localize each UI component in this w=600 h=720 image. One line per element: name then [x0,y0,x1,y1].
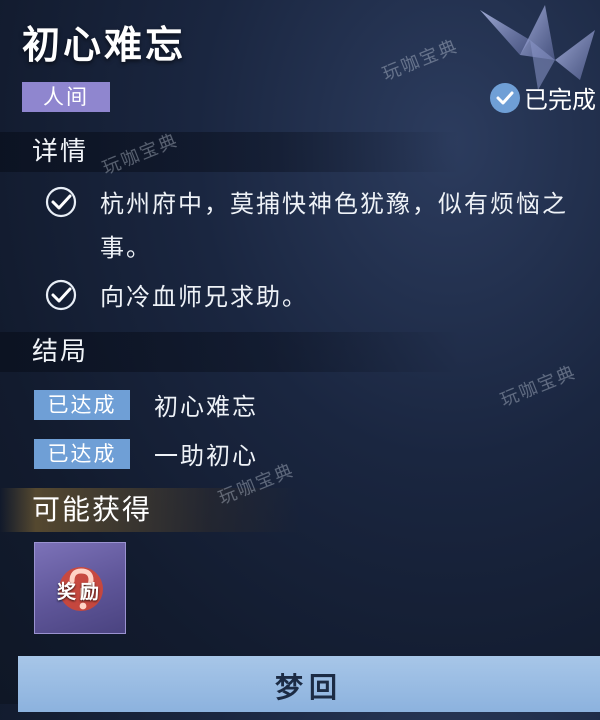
check-circle-icon [490,82,520,113]
reward-label: 奖励 [56,581,103,603]
ending-row: 已达成 初心难忘 [34,387,258,422]
watermark: 玩咖宝典 [379,35,462,86]
quest-title: 初心难忘 [22,23,187,67]
ending-name: 初心难忘 [154,393,258,421]
completed-status: 已完成 [490,80,596,115]
achieved-badge: 已达成 [34,438,130,469]
detail-text: 杭州府中，莫捕快神色犹豫，似有烦恼之事。 [100,190,568,262]
completed-label: 已完成 [524,86,596,114]
achieved-badge: 已达成 [34,389,130,420]
endings-header: 结局 [0,332,460,372]
reward-item[interactable]: 奖励 [34,542,126,634]
check-icon [45,186,77,218]
ending-row: 已达成 一助初心 [34,436,258,471]
watermark: 玩咖宝典 [497,361,580,412]
detail-item: 杭州府中，莫捕快神色犹豫，似有烦恼之事。 [44,182,592,270]
details-header: 详情 [0,132,460,172]
realm-tag: 人间 [22,82,110,112]
quest-detail-panel: 初心难忘 人间 已完成 详情 杭州府中，莫捕快神色犹豫，似有烦恼之事。 向冷血师… [0,0,600,712]
check-icon [45,279,77,311]
ending-name: 一助初心 [154,442,258,470]
detail-text: 向冷血师兄求助。 [100,283,308,311]
detail-item: 向冷血师兄求助。 [44,275,592,319]
